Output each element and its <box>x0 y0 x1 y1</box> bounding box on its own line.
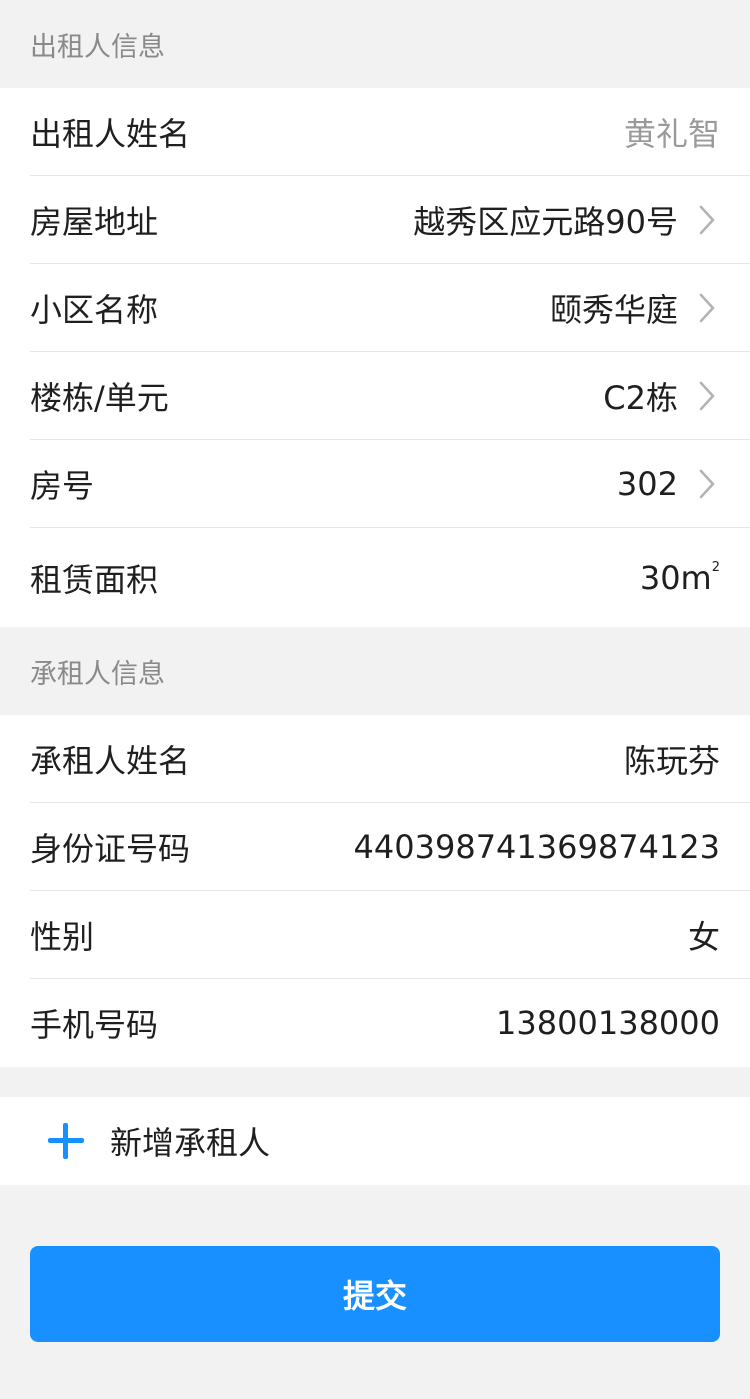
chevron-right-icon <box>694 379 720 413</box>
phone-number-row[interactable]: 手机号码 13800138000 <box>30 979 750 1067</box>
add-tenant-button[interactable]: 新增承租人 <box>0 1097 750 1185</box>
row-label: 性别 <box>30 917 95 956</box>
gender-row[interactable]: 性别 女 <box>30 891 750 979</box>
id-number-value[interactable]: 440398741369874123 <box>354 828 720 866</box>
id-number-row[interactable]: 身份证号码 440398741369874123 <box>30 803 750 891</box>
plus-icon <box>48 1123 84 1159</box>
add-tenant-label: 新增承租人 <box>110 1124 271 1162</box>
phone-number-value[interactable]: 13800138000 <box>496 1004 720 1042</box>
rental-area-value: 30m2 <box>640 559 720 597</box>
row-label: 房号 <box>30 466 95 505</box>
submit-button[interactable]: 提交 <box>30 1246 720 1342</box>
landlord-info-group: 出租人姓名 黄礼智 房屋地址 越秀区应元路90号 小区名称 颐秀华庭 楼栋/单元… <box>0 88 750 627</box>
tenant-name-value[interactable]: 陈玩芬 <box>624 736 720 782</box>
rental-area-row: 租赁面积 30m2 <box>30 528 750 627</box>
gender-value[interactable]: 女 <box>688 912 720 958</box>
room-number-value: 302 <box>616 464 678 503</box>
section-title: 出租人信息 <box>30 31 165 63</box>
row-label: 楼栋/单元 <box>30 378 169 417</box>
row-label: 小区名称 <box>30 290 159 329</box>
tenant-info-group: 承租人姓名 陈玩芬 身份证号码 440398741369874123 性别 女 … <box>0 715 750 1067</box>
community-name-value: 颐秀华庭 <box>549 290 678 329</box>
section-header-landlord: 出租人信息 <box>0 0 750 88</box>
landlord-name-row: 出租人姓名 黄礼智 <box>30 88 750 176</box>
row-label: 租赁面积 <box>30 560 159 599</box>
area-unit: m <box>680 558 712 597</box>
house-address-row[interactable]: 房屋地址 越秀区应元路90号 <box>30 176 750 264</box>
chevron-right-icon <box>694 203 720 237</box>
tenant-name-row[interactable]: 承租人姓名 陈玩芬 <box>30 715 750 803</box>
room-number-row[interactable]: 房号 302 <box>30 440 750 528</box>
row-label: 出租人姓名 <box>30 114 191 153</box>
area-unit-superscript: 2 <box>711 559 720 575</box>
area-number: 30 <box>639 558 681 597</box>
building-unit-value: C2栋 <box>603 378 678 417</box>
community-name-row[interactable]: 小区名称 颐秀华庭 <box>30 264 750 352</box>
house-address-value: 越秀区应元路90号 <box>413 202 678 241</box>
chevron-right-icon <box>694 291 720 325</box>
section-header-tenant: 承租人信息 <box>0 627 750 715</box>
row-label: 承租人姓名 <box>30 741 191 780</box>
row-label: 身份证号码 <box>30 829 191 868</box>
landlord-name-value: 黄礼智 <box>623 114 720 153</box>
building-unit-row[interactable]: 楼栋/单元 C2栋 <box>30 352 750 440</box>
row-label: 房屋地址 <box>30 202 159 241</box>
section-title: 承租人信息 <box>30 658 165 690</box>
row-label: 手机号码 <box>30 1006 159 1044</box>
chevron-right-icon <box>694 467 720 501</box>
